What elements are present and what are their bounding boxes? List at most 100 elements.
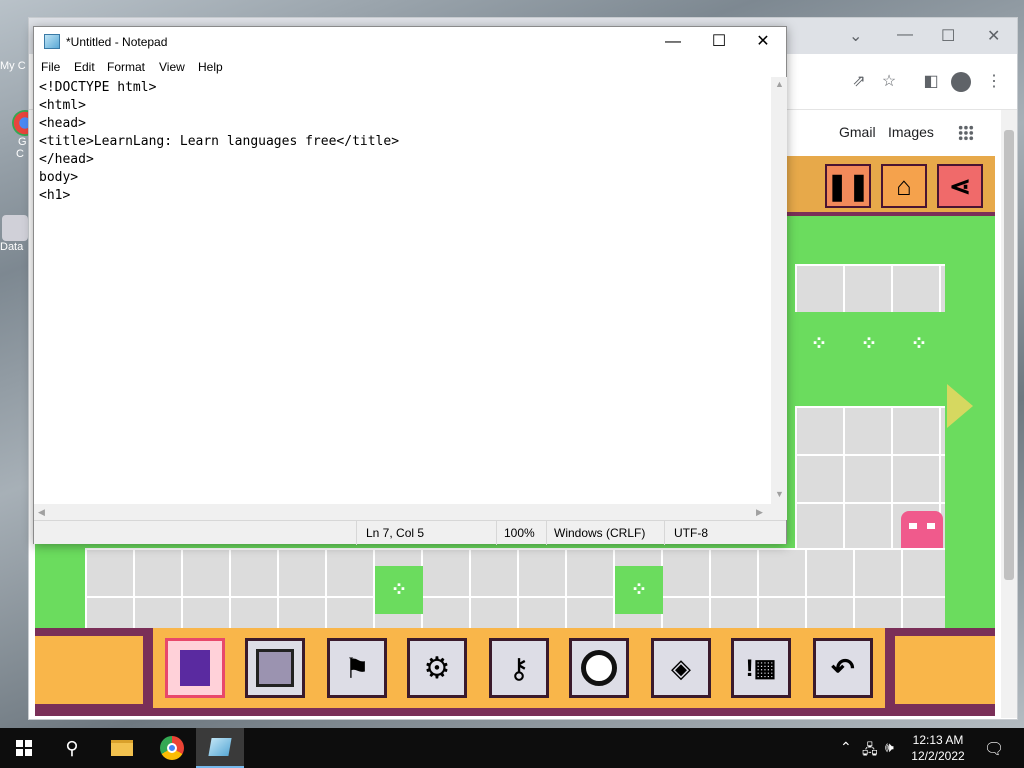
scroll-down-icon[interactable]: ▼ (775, 489, 784, 499)
images-link[interactable]: Images (888, 124, 934, 140)
notepad-logo (208, 738, 232, 756)
key-tool-button[interactable]: ⚷ (489, 638, 549, 698)
clock[interactable]: 12:13 AM 12/2/2022 (902, 732, 974, 764)
show-hidden-icons-icon[interactable]: ⌃ (840, 739, 852, 756)
menu-bar: File Edit Format View Help (34, 57, 786, 77)
floor-tiles (85, 548, 945, 628)
volume-icon[interactable]: 🕪 (885, 739, 894, 756)
menu-view[interactable]: View (159, 60, 185, 74)
info-icon: !▦ (745, 654, 777, 682)
grass-tile: ⁘ (375, 566, 423, 614)
share-icon[interactable]: ⇗ (849, 72, 869, 92)
scrollbar-thumb[interactable] (1004, 130, 1014, 580)
wall-icon (256, 649, 294, 687)
home-icon[interactable]: ⌂ (881, 164, 927, 208)
side-panel-icon[interactable]: ◧ (921, 72, 941, 92)
scroll-right-icon[interactable]: ▶ (756, 507, 763, 518)
desktop-icon-my-computer[interactable]: My C (0, 60, 30, 72)
notepad-icon[interactable] (196, 728, 244, 768)
horizontal-scrollbar[interactable]: ◀ ▶ (34, 504, 771, 520)
taskbar: ⚲ ⌃ 🖧 🕪 12:13 AM 12/2/2022 🗨 (0, 728, 1024, 768)
grass-tile: ⁘ (895, 320, 943, 368)
tab-search-icon[interactable]: ⌄ (849, 26, 862, 46)
minimize-button[interactable]: — (650, 27, 696, 57)
desktop-icon-label: My C (0, 60, 26, 72)
player-tool-button[interactable] (165, 638, 225, 698)
encoding: UTF-8 (674, 526, 708, 540)
grass-tile: ⁘ (615, 566, 663, 614)
desktop-icon-chrome[interactable]: G C (0, 110, 38, 160)
wall-tool-button[interactable] (245, 638, 305, 698)
more-menu-icon[interactable]: ⋮ (984, 72, 1004, 92)
text-editor-area[interactable]: <!DOCTYPE html> <html> <head> <title>Lea… (34, 77, 771, 504)
eraser-icon: ◈ (671, 652, 691, 683)
notepad-icon (44, 34, 60, 49)
start-button[interactable] (0, 728, 48, 768)
profile-avatar-icon[interactable] (951, 72, 971, 92)
maximize-button[interactable]: ☐ (696, 27, 742, 57)
scroll-up-icon[interactable]: ▲ (775, 79, 784, 89)
folder-shape (111, 740, 133, 756)
search-icon[interactable]: ⚲ (48, 728, 96, 768)
desktop-icon-label: C (16, 148, 24, 160)
status-bar: Ln 7, Col 5 100% Windows (CRLF) UTF-8 (34, 520, 786, 545)
scroll-left-icon[interactable]: ◀ (38, 507, 45, 518)
ring-tool-button[interactable] (569, 638, 629, 698)
menu-format[interactable]: Format (107, 60, 145, 74)
player-icon (180, 650, 210, 686)
status-divider (496, 521, 497, 545)
exit-arrow-icon (947, 384, 973, 428)
maximize-button[interactable]: ☐ (941, 26, 955, 46)
eraser-tool-button[interactable]: ◈ (651, 638, 711, 698)
window-title: *Untitled - Notepad (66, 35, 168, 49)
windows-logo-icon (16, 740, 32, 756)
key-icon: ⚷ (508, 652, 530, 684)
info-tool-button[interactable]: !▦ (731, 638, 791, 698)
toolbar-panel-left (35, 636, 143, 704)
share-icon[interactable]: ⋖ (937, 164, 983, 208)
chrome-logo (160, 736, 184, 760)
minimize-button[interactable]: — (897, 26, 913, 44)
undo-tool-button[interactable]: ↶ (813, 638, 873, 698)
editor-content[interactable]: <!DOCTYPE html> <html> <head> <title>Lea… (39, 79, 766, 205)
status-divider (664, 521, 665, 545)
flag-icon: ⚑ (344, 652, 370, 684)
gear-tool-button[interactable]: ⚙ (407, 638, 467, 698)
desktop-icon-data[interactable]: Data (0, 215, 30, 253)
floor-tiles (795, 264, 945, 312)
page-scrollbar[interactable] (1001, 110, 1017, 718)
menu-file[interactable]: File (41, 60, 60, 74)
data-shortcut-icon (2, 215, 28, 241)
cursor-position: Ln 7, Col 5 (366, 526, 425, 540)
notifications-icon[interactable]: 🗨 (984, 739, 1004, 759)
menu-edit[interactable]: Edit (74, 60, 95, 74)
flag-tool-button[interactable]: ⚑ (327, 638, 387, 698)
vertical-scrollbar[interactable]: ▲ ▼ (771, 77, 787, 504)
editor-toolbar: ⚑ ⚙ ⚷ ◈ !▦ ↶ (35, 628, 995, 716)
desktop-icon-label: G (18, 136, 27, 148)
notepad-title-bar[interactable]: *Untitled - Notepad — ☐ ✕ (34, 27, 786, 57)
scrollbar-corner (771, 504, 787, 520)
gear-icon: ⚙ (423, 651, 451, 685)
grass-tile: ⁘ (845, 320, 893, 368)
line-ending: Windows (CRLF) (554, 526, 646, 540)
status-divider (356, 521, 357, 545)
chrome-icon[interactable] (148, 728, 196, 768)
pause-icon[interactable]: ❚❚ (825, 164, 871, 208)
google-apps-icon[interactable] (958, 125, 974, 141)
menu-help[interactable]: Help (198, 60, 223, 74)
gmail-link[interactable]: Gmail (839, 124, 876, 140)
desktop-icon-label: Data (0, 241, 24, 253)
clock-date: 12/2/2022 (911, 749, 965, 763)
status-divider (546, 521, 547, 545)
close-button[interactable]: ✕ (987, 26, 1000, 46)
toolbar-panel-right (895, 636, 995, 704)
ring-icon (581, 650, 617, 686)
undo-icon: ↶ (831, 652, 855, 684)
grass-tile: ⁘ (795, 320, 843, 368)
bookmark-star-icon[interactable]: ☆ (879, 72, 899, 92)
file-explorer-icon[interactable] (98, 728, 146, 768)
network-icon[interactable]: 🖧 (862, 739, 878, 763)
notepad-window: *Untitled - Notepad — ☐ ✕ File Edit Form… (33, 26, 787, 545)
close-button[interactable]: ✕ (740, 27, 786, 57)
